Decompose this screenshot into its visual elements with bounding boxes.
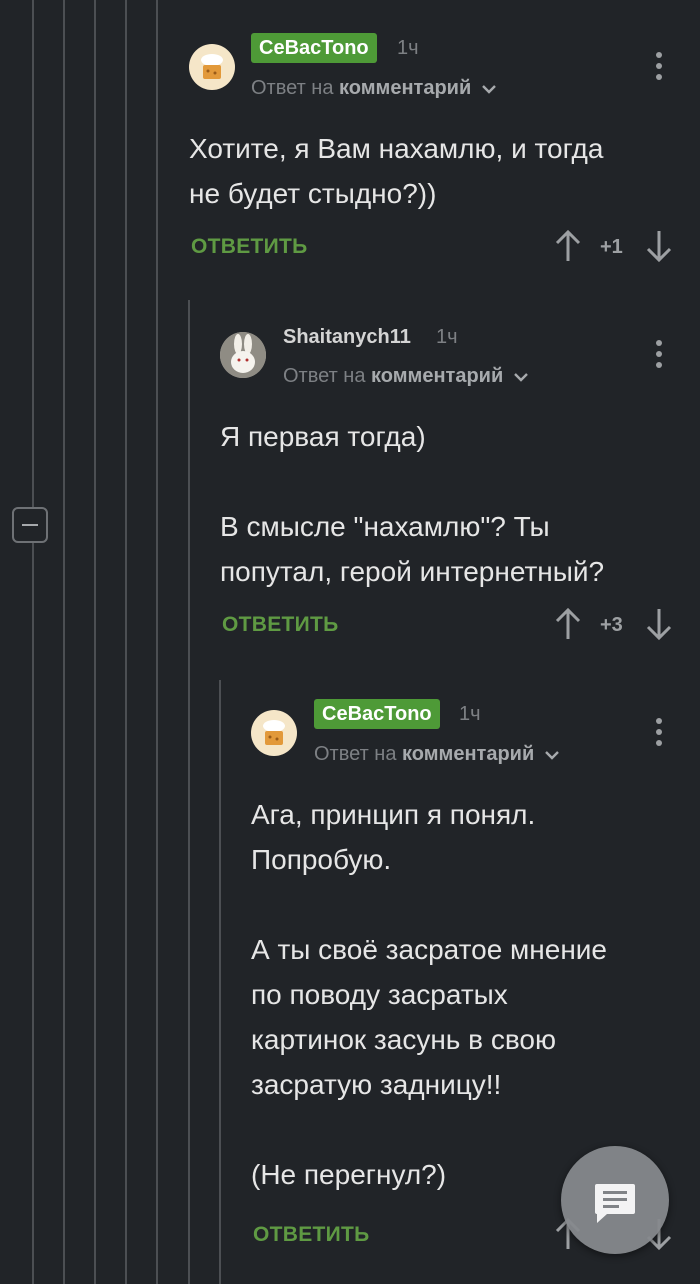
timestamp: 1ч (459, 703, 481, 725)
comment-text: Ага, принцип я понял. Попробую. А ты сво… (251, 799, 608, 1190)
new-comment-fab[interactable] (561, 1146, 669, 1254)
chevron-down-icon[interactable] (544, 749, 560, 761)
chef-avatar-icon (263, 720, 285, 745)
comment-icon (595, 1184, 635, 1223)
more-vertical-icon[interactable] (654, 718, 664, 748)
reply-context[interactable]: Ответ на комментарий (314, 743, 560, 766)
avatar[interactable] (251, 710, 297, 756)
comment: CeBacTono 1ч Ответ на комментарий Ага, п… (0, 0, 700, 1284)
reply-button[interactable]: ОТВЕТИТЬ (253, 1223, 370, 1247)
reply-context-prefix: Ответ на (314, 743, 397, 765)
author-name[interactable]: CeBacTono (314, 699, 440, 729)
reply-context-link[interactable]: комментарий (402, 743, 534, 765)
